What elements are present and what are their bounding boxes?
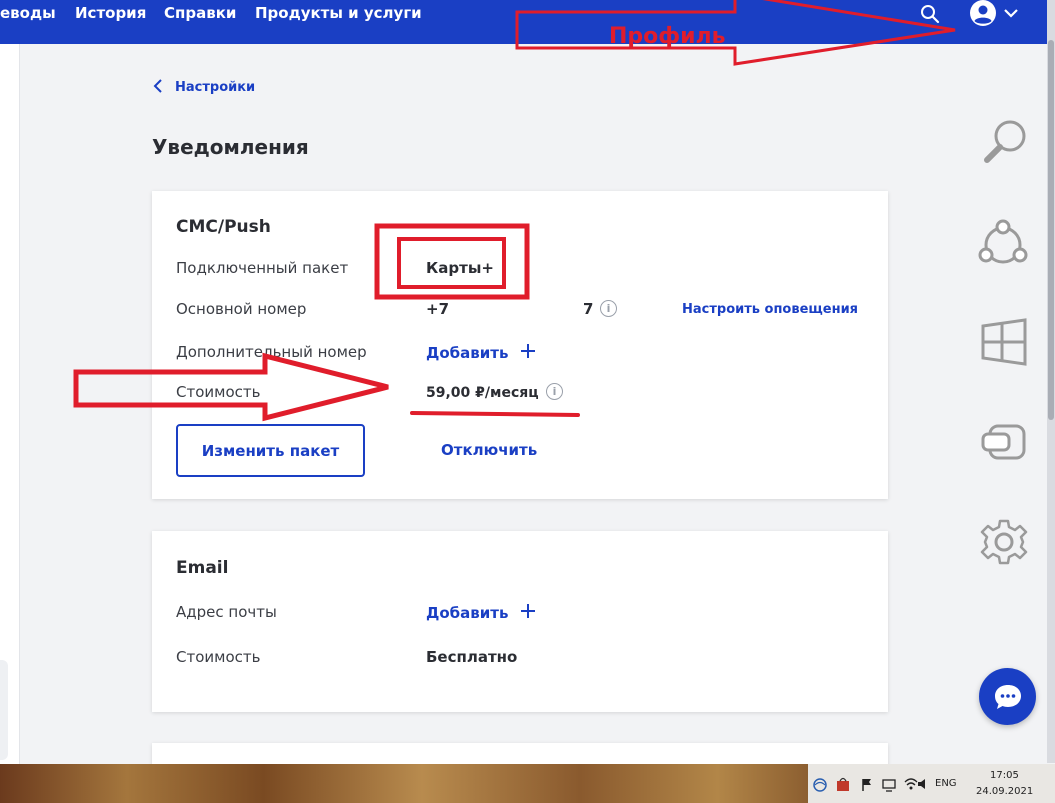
- back-to-settings-link[interactable]: Настройки: [153, 78, 255, 97]
- monitor-icon[interactable]: [882, 777, 896, 796]
- left-panel-tab: [0, 660, 8, 760]
- gear-icon[interactable]: [980, 518, 1028, 570]
- change-package-button[interactable]: Изменить пакет: [176, 424, 365, 477]
- email-card: Email Адрес почты Добавить Стоимость Бес…: [152, 531, 888, 712]
- main-number-prefix: +7: [426, 300, 450, 318]
- package-value: Карты+: [426, 259, 494, 277]
- volume-icon[interactable]: [916, 776, 930, 795]
- info-icon[interactable]: i: [546, 383, 563, 400]
- clock-date[interactable]: 24.09.2021: [976, 786, 1033, 797]
- chat-bubble-icon: [993, 683, 1023, 715]
- language-indicator[interactable]: ENG: [935, 778, 957, 789]
- chevron-left-icon: [153, 78, 163, 97]
- cost-value: 59,00 ₽/месяц: [426, 385, 539, 401]
- chevron-down-icon[interactable]: [1003, 5, 1019, 25]
- search-icon[interactable]: [980, 118, 1030, 172]
- scrollbar-thumb[interactable]: [1048, 40, 1054, 420]
- top-navigation: еводы История Справки Продукты и услуги: [0, 0, 1047, 44]
- main-number-suffix: 7: [583, 300, 594, 318]
- flag-icon[interactable]: [861, 777, 873, 796]
- add-email-button[interactable]: Добавить: [426, 603, 536, 623]
- email-cost-value: Бесплатно: [426, 648, 518, 666]
- disable-link[interactable]: Отключить: [441, 441, 537, 459]
- card-title: СМС/Push: [176, 217, 271, 237]
- nav-link-history[interactable]: История: [75, 4, 146, 22]
- main-number-label: Основной номер: [176, 300, 307, 318]
- system-tray: ENG 17:05 24.09.2021: [808, 764, 1055, 803]
- sms-push-card: СМС/Push Подключенный пакет Карты+ Основ…: [152, 191, 888, 499]
- email-address-label: Адрес почты: [176, 603, 277, 621]
- clock-time[interactable]: 17:05: [990, 770, 1019, 781]
- add-label: Добавить: [426, 344, 509, 362]
- window-switch-icon[interactable]: [980, 422, 1028, 468]
- nav-link-products[interactable]: Продукты и услуги: [255, 4, 422, 22]
- network-icon[interactable]: [813, 777, 827, 796]
- windows-icon[interactable]: [980, 318, 1028, 370]
- nav-link-certificates[interactable]: Справки: [164, 4, 236, 22]
- add-label: Добавить: [426, 604, 509, 622]
- chat-button[interactable]: [979, 668, 1036, 725]
- left-panel-edge: [0, 44, 20, 764]
- page-title: Уведомления: [152, 135, 309, 159]
- search-icon[interactable]: [920, 4, 940, 28]
- plus-icon: [520, 603, 536, 623]
- email-cost-label: Стоимость: [176, 648, 261, 666]
- nav-link-transfers[interactable]: еводы: [0, 4, 56, 22]
- cost-label: Стоимость: [176, 383, 261, 401]
- info-icon[interactable]: i: [600, 300, 617, 317]
- add-extra-number-button[interactable]: Добавить: [426, 343, 536, 363]
- back-link-label: Настройки: [175, 80, 256, 95]
- profile-annotation-label: Профиль: [609, 24, 726, 49]
- package-label: Подключенный пакет: [176, 259, 349, 277]
- configure-notifications-link[interactable]: Настроить оповещения: [682, 302, 858, 317]
- card-title: Email: [176, 558, 229, 578]
- plus-icon: [520, 343, 536, 363]
- ubuntu-icon[interactable]: [977, 218, 1029, 274]
- app-tray-icon[interactable]: [835, 776, 851, 796]
- extra-number-label: Дополнительный номер: [176, 343, 367, 361]
- user-avatar-icon[interactable]: [966, 0, 1000, 34]
